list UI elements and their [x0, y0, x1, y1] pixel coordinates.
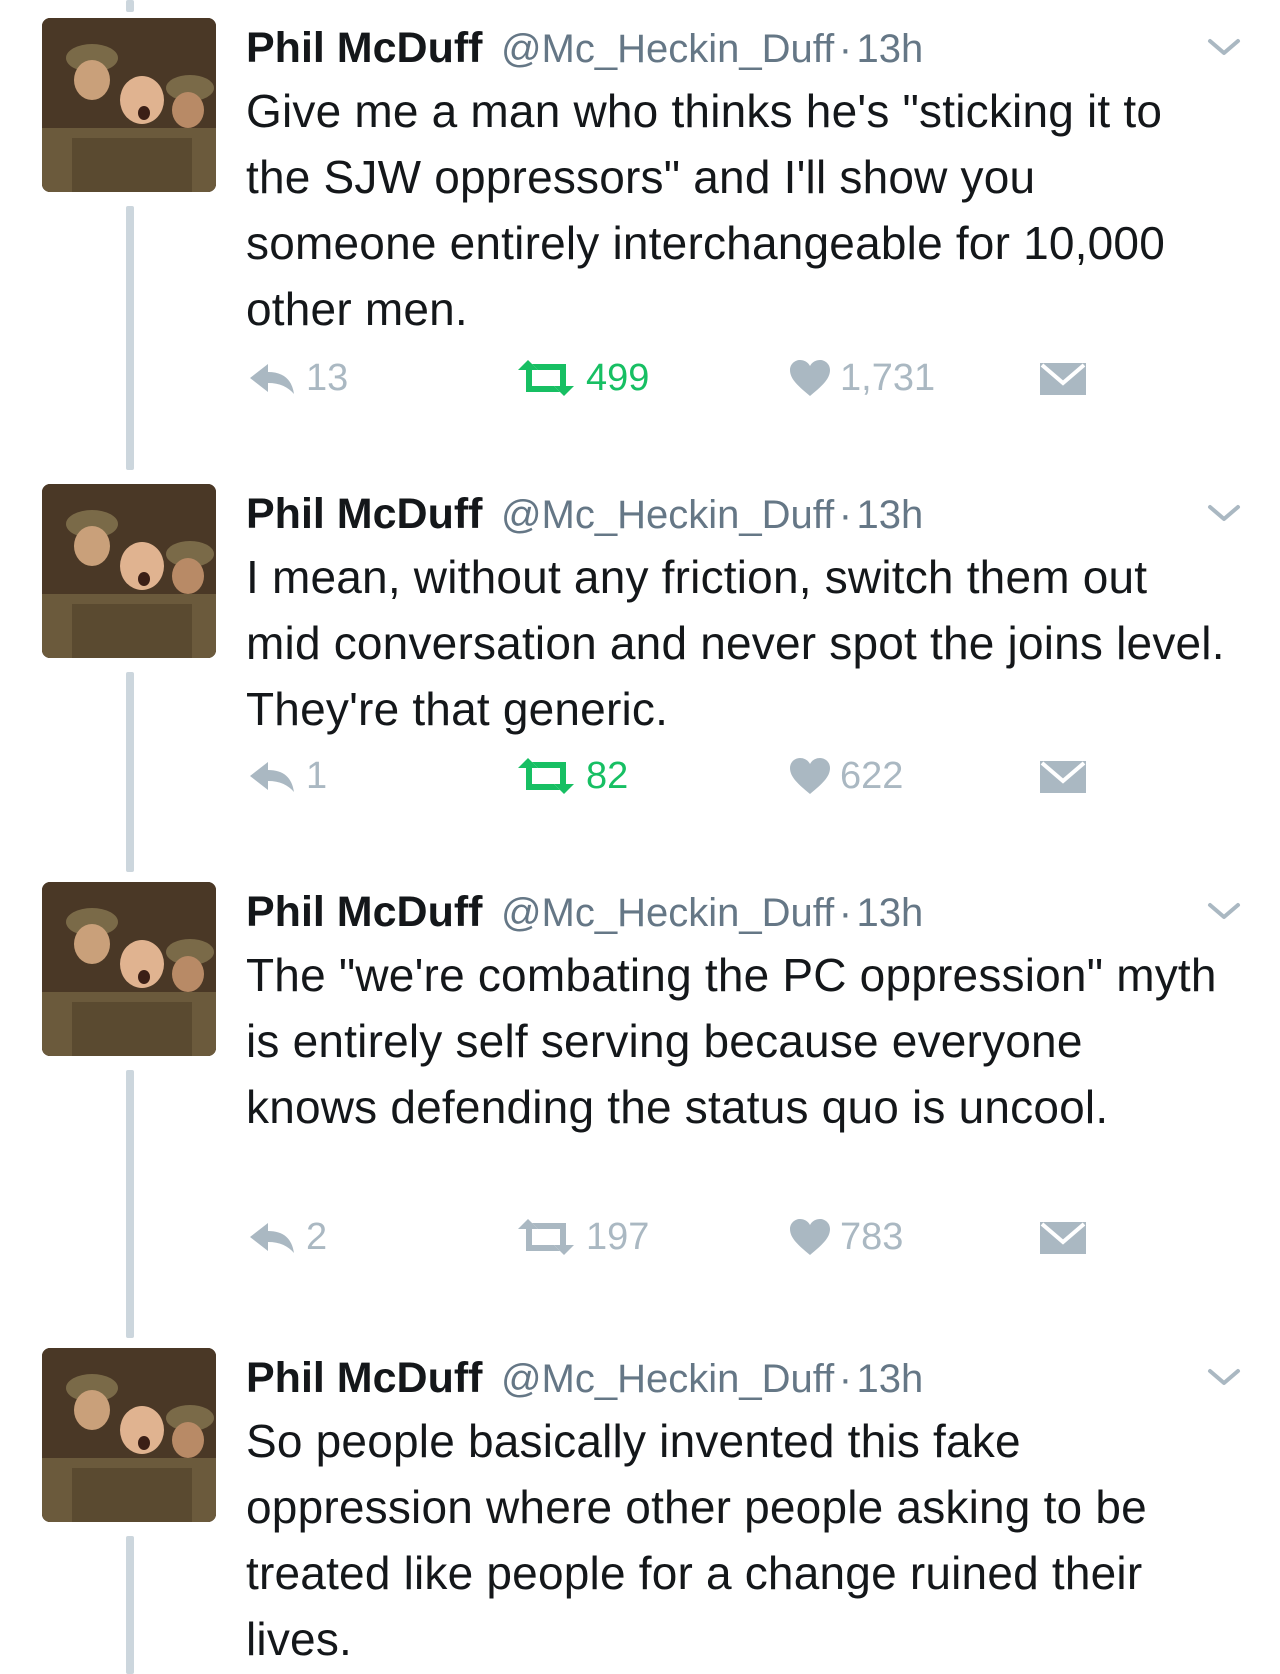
tweet-text: The "we're combating the PC oppression" … — [246, 949, 1217, 1133]
retweet-icon — [518, 1219, 574, 1255]
separator-dot: · — [838, 493, 853, 537]
tweet-actions: 13 499 1,731 — [246, 353, 1106, 403]
thread-line — [126, 0, 134, 12]
separator-dot: · — [838, 1357, 853, 1401]
retweet-icon — [518, 758, 574, 794]
tweet-text: I mean, without any friction, switch the… — [246, 551, 1225, 735]
retweet-count: 82 — [586, 754, 629, 797]
like-count: 783 — [840, 1215, 904, 1258]
reply-count: 1 — [306, 754, 328, 797]
author-handle[interactable]: @Mc_Heckin_Duff — [501, 27, 834, 71]
reply-count: 2 — [306, 1215, 328, 1258]
author-name[interactable]: Phil McDuff — [246, 24, 482, 72]
chevron-down-icon[interactable] — [1204, 1362, 1244, 1392]
envelope-icon — [1040, 761, 1086, 793]
reply-icon — [250, 1223, 294, 1253]
reply-button[interactable]: 13 — [246, 353, 348, 403]
chevron-down-icon[interactable] — [1204, 498, 1244, 528]
tweet-header: Phil McDuff @Mc_Heckin_Duff · 13h — [246, 18, 1240, 78]
avatar-image — [42, 1348, 216, 1522]
timestamp[interactable]: 13h — [857, 1357, 924, 1401]
thread-line — [126, 206, 134, 470]
reply-count: 13 — [306, 356, 349, 399]
tweet-actions: 1 82 622 — [246, 751, 1106, 801]
tweet-actions: 2 197 783 — [246, 1212, 1106, 1262]
thread-line — [126, 1536, 134, 1674]
author-handle[interactable]: @Mc_Heckin_Duff — [501, 493, 834, 537]
like-count: 622 — [840, 754, 904, 797]
separator-dot: · — [838, 891, 853, 935]
retweet-button[interactable]: 82 — [514, 751, 628, 801]
retweet-button[interactable]: 197 — [514, 1212, 649, 1262]
tweet-text: So people basically invented this fake o… — [246, 1415, 1147, 1665]
author-handle[interactable]: @Mc_Heckin_Duff — [501, 891, 834, 935]
avatar[interactable] — [42, 882, 216, 1056]
author-name[interactable]: Phil McDuff — [246, 490, 482, 538]
like-button[interactable]: 1,731 — [788, 353, 935, 403]
tweet-header: Phil McDuff @Mc_Heckin_Duff · 13h — [246, 484, 1240, 544]
author-handle[interactable]: @Mc_Heckin_Duff — [501, 1357, 834, 1401]
like-count: 1,731 — [840, 356, 936, 399]
retweet-button[interactable]: 499 — [514, 353, 649, 403]
reply-button[interactable]: 2 — [246, 1212, 327, 1262]
reply-icon — [250, 364, 294, 394]
avatar[interactable] — [42, 484, 216, 658]
avatar[interactable] — [42, 1348, 216, 1522]
direct-message-button[interactable] — [1038, 353, 1088, 403]
tweet-text: Give me a man who thinks he's "sticking … — [246, 85, 1165, 335]
direct-message-button[interactable] — [1038, 751, 1088, 801]
heart-icon — [790, 1219, 830, 1255]
retweet-icon — [518, 360, 574, 396]
avatar-image — [42, 18, 216, 192]
avatar-image — [42, 882, 216, 1056]
separator-dot: · — [838, 27, 853, 71]
chevron-down-icon[interactable] — [1204, 896, 1244, 926]
heart-icon — [790, 758, 830, 794]
retweet-count: 499 — [586, 356, 650, 399]
avatar-image — [42, 484, 216, 658]
tweet-header: Phil McDuff @Mc_Heckin_Duff · 13h — [246, 882, 1240, 942]
thread-line — [126, 1070, 134, 1338]
envelope-icon — [1040, 363, 1086, 395]
timestamp[interactable]: 13h — [857, 891, 924, 935]
tweet-header: Phil McDuff @Mc_Heckin_Duff · 13h — [246, 1348, 1240, 1408]
thread-line — [126, 672, 134, 872]
timestamp[interactable]: 13h — [857, 27, 924, 71]
author-name[interactable]: Phil McDuff — [246, 1354, 482, 1402]
reply-button[interactable]: 1 — [246, 751, 327, 801]
heart-icon — [790, 360, 830, 396]
chevron-down-icon[interactable] — [1204, 32, 1244, 62]
like-button[interactable]: 783 — [788, 1212, 903, 1262]
timestamp[interactable]: 13h — [857, 493, 924, 537]
envelope-icon — [1040, 1222, 1086, 1254]
like-button[interactable]: 622 — [788, 751, 903, 801]
avatar[interactable] — [42, 18, 216, 192]
direct-message-button[interactable] — [1038, 1212, 1088, 1262]
author-name[interactable]: Phil McDuff — [246, 888, 482, 936]
reply-icon — [250, 762, 294, 792]
retweet-count: 197 — [586, 1215, 650, 1258]
